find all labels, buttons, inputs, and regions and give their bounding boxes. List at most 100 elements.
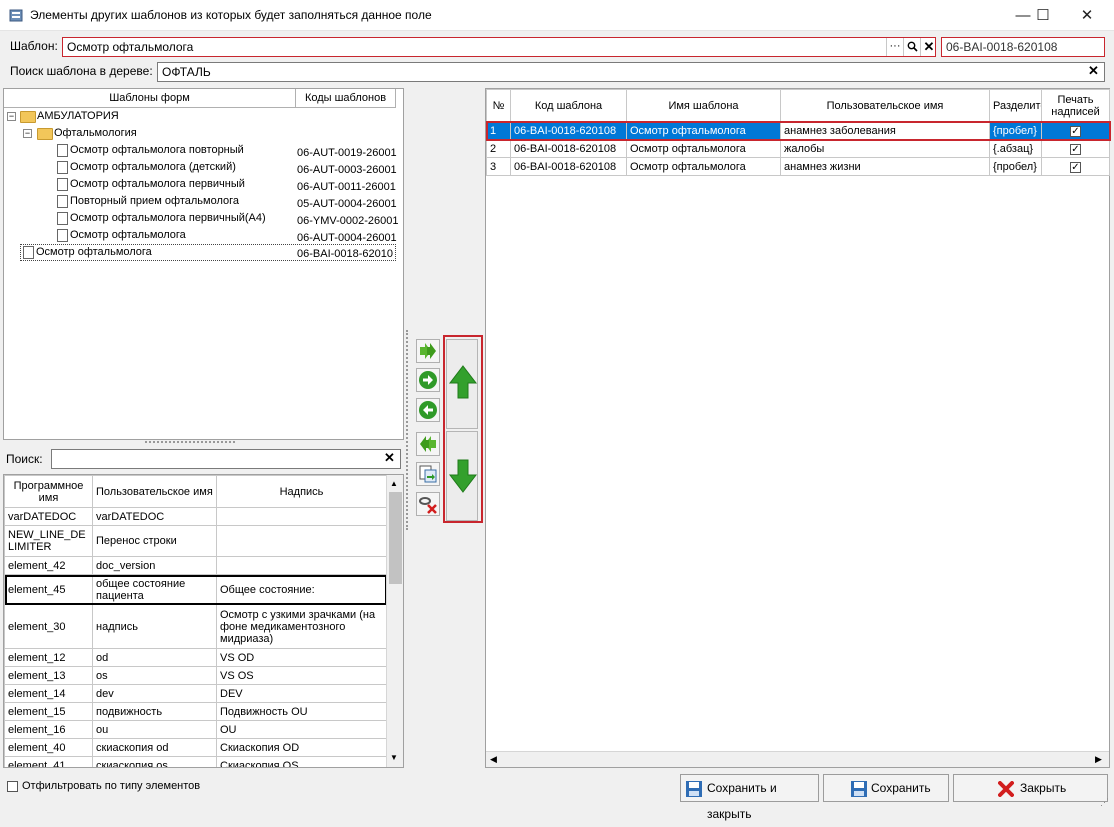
tree-search-input[interactable]: ОФТАЛЬ ✕ [157, 62, 1105, 82]
close-button[interactable]: Закрыть [953, 774, 1108, 802]
tree-item[interactable]: Осмотр офтальмолога (детский) [70, 159, 236, 176]
table-row[interactable]: NEW_LINE_DELIMITER Перенос строки [4, 525, 387, 557]
filter-checkbox[interactable] [7, 781, 18, 792]
resize-grip[interactable]: ⋰ [1100, 797, 1109, 808]
col-user-name[interactable]: Пользовательское имя [92, 475, 217, 508]
tree-header-name[interactable]: Шаблоны форм [4, 89, 296, 108]
table-row-selected[interactable]: 1 06-BAI-0018-620108 Осмотр офтальмолога… [485, 120, 1111, 141]
scroll-down-icon[interactable]: ▼ [390, 753, 398, 762]
cell-code: 06-BAI-0018-620108 [510, 157, 627, 176]
table-row[interactable]: element_41 скиаскопия os Скиаскопия OS [4, 756, 387, 767]
splitter-vertical[interactable] [406, 330, 410, 530]
table-row-focused[interactable]: element_45 общее состояние пациента Обще… [4, 574, 387, 605]
copy-button[interactable] [416, 462, 440, 486]
tree-item-code: 06-AUT-0003-26001 [297, 164, 397, 176]
print-checkbox[interactable]: ✓ [1070, 125, 1081, 137]
cell-program: element_45 [4, 574, 93, 605]
print-checkbox[interactable]: ✓ [1070, 143, 1081, 155]
maximize-button[interactable]: ☐ [1020, 0, 1066, 31]
collapse-folder-icon[interactable]: − [23, 129, 32, 138]
template-field[interactable]: Осмотр офтальмолога ··· ✕ [62, 37, 936, 57]
tree-item[interactable]: Повторный прием офтальмолога [70, 193, 239, 210]
cell-user: doc_version [92, 556, 217, 575]
cell-separator[interactable]: {.абзац} [989, 139, 1042, 158]
clear-template-icon[interactable]: ✕ [920, 38, 935, 56]
tree-item[interactable]: Осмотр офтальмолога первичный [70, 176, 245, 193]
arrow-up-icon [448, 365, 478, 399]
table-row[interactable]: 2 06-BAI-0018-620108 Осмотр офтальмолога… [486, 139, 1110, 158]
tree-header-code[interactable]: Коды шаблонов [296, 89, 396, 108]
cell-user-name[interactable]: анамнез заболевания [780, 121, 990, 140]
close-window-button[interactable]: ✕ [1064, 0, 1110, 31]
tree-node-folder[interactable]: Офтальмология [54, 125, 137, 142]
search-icon[interactable] [903, 38, 920, 56]
col-number[interactable]: № [486, 89, 511, 122]
close-label: Закрыть [1020, 781, 1067, 795]
cell-print[interactable]: ✓ [1041, 121, 1110, 140]
table-row[interactable]: element_40 скиаскопия od Скиаскопия OD [4, 738, 387, 757]
delete-link-button[interactable] [416, 492, 440, 516]
remove-all-button[interactable] [416, 432, 440, 456]
table-row[interactable]: element_42 doc_version [4, 556, 387, 575]
document-icon [57, 212, 68, 225]
col-user-name[interactable]: Пользовательское имя [780, 89, 990, 122]
arrow-down-icon [448, 459, 478, 493]
cell-print[interactable]: ✓ [1041, 157, 1110, 176]
col-template-name[interactable]: Имя шаблона [626, 89, 781, 122]
arrow-right-circle-icon [419, 371, 437, 389]
browse-button[interactable]: ··· [886, 38, 903, 56]
scroll-left-icon[interactable]: ◀ [490, 754, 497, 765]
save-button[interactable]: Сохранить [823, 774, 949, 802]
col-program-name[interactable]: Программное имя [4, 475, 93, 508]
table-row[interactable]: element_30 надпись Осмотр с узкими зрачк… [4, 604, 387, 649]
move-down-button[interactable] [446, 431, 478, 521]
elements-grid[interactable]: Программное имя Пользовательское имя Над… [3, 474, 404, 768]
app-icon [9, 9, 23, 22]
search-input[interactable]: ✕ [51, 449, 401, 469]
tree-item[interactable]: Осмотр офтальмолога [70, 227, 186, 244]
scroll-right-icon[interactable]: ▶ [1095, 754, 1102, 765]
cell-separator[interactable]: {пробел} [989, 157, 1042, 176]
scroll-thumb[interactable] [389, 492, 402, 584]
cell-separator[interactable]: {пробел} [989, 121, 1042, 140]
elements-scrollbar[interactable]: ▲ ▼ [386, 475, 403, 767]
table-row[interactable]: element_12 od VS OD [4, 648, 387, 667]
scroll-up-icon[interactable]: ▲ [390, 479, 398, 488]
tree-item[interactable]: Осмотр офтальмолога первичный(А4) [70, 210, 266, 227]
cell-user: os [92, 666, 217, 685]
cell-code: 06-BAI-0018-620108 [510, 121, 627, 140]
document-icon [57, 195, 68, 208]
col-template-code[interactable]: Код шаблона [510, 89, 627, 122]
print-checkbox[interactable]: ✓ [1070, 161, 1081, 173]
move-up-button[interactable] [446, 339, 478, 429]
table-row[interactable]: element_14 dev DEV [4, 684, 387, 703]
cell-code: 06-BAI-0018-620108 [510, 139, 627, 158]
cell-user-name[interactable]: жалобы [780, 139, 990, 158]
tree-node-root[interactable]: АМБУЛАТОРИЯ [37, 108, 119, 125]
clear-tree-search-icon[interactable]: ✕ [1088, 63, 1099, 79]
template-tree[interactable]: Шаблоны форм Коды шаблонов − АМБУЛАТОРИЯ… [3, 88, 404, 440]
cell-user: подвижность [92, 702, 217, 721]
col-caption[interactable]: Надпись [216, 475, 387, 508]
table-row[interactable]: 3 06-BAI-0018-620108 Осмотр офтальмолога… [486, 157, 1110, 176]
save-close-button[interactable]: Сохранить и закрыть [680, 774, 819, 821]
table-row[interactable]: element_13 os VS OS [4, 666, 387, 685]
table-row[interactable]: varDATEDOC varDATEDOC [4, 507, 387, 526]
add-button[interactable] [416, 368, 440, 392]
splitter-handle[interactable] [145, 441, 235, 445]
col-separator[interactable]: Разделитель [989, 89, 1042, 122]
clear-search-icon[interactable]: ✕ [384, 450, 395, 466]
horizontal-scrollbar[interactable]: ◀ ▶ [486, 751, 1109, 767]
remove-button[interactable] [416, 398, 440, 422]
table-row[interactable]: element_16 ou OU [4, 720, 387, 739]
cell-user-name[interactable]: анамнез жизни [780, 157, 990, 176]
tree-item[interactable]: Осмотр офтальмолога повторный [70, 142, 244, 159]
collapse-root-icon[interactable]: − [7, 112, 16, 121]
cell-print[interactable]: ✓ [1041, 139, 1110, 158]
add-all-button[interactable] [416, 339, 440, 363]
col-print-captions[interactable]: Печать надписей [1041, 89, 1110, 122]
window-title: Элементы других шаблонов из которых буде… [30, 8, 432, 22]
cell-caption [216, 556, 387, 575]
table-row[interactable]: element_15 подвижность Подвижность OU [4, 702, 387, 721]
selected-elements-grid[interactable]: № Код шаблона Имя шаблона Пользовательск… [485, 88, 1111, 768]
